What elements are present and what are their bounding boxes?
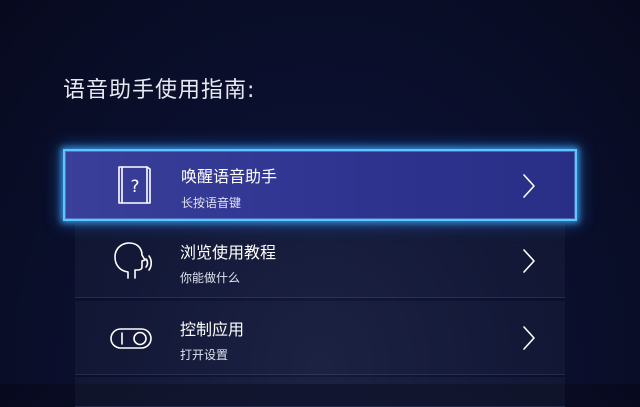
speaking-head-icon — [108, 238, 154, 284]
menu-item-browse-tutorial[interactable]: 浏览使用教程 你能做什么 — [75, 224, 565, 298]
menu-item-title: 浏览使用教程 — [180, 243, 277, 262]
menu-item-subtitle: 长按语音键 — [181, 196, 242, 210]
menu-item-subtitle: 你能做什么 — [180, 271, 241, 285]
toggle-switch-icon — [108, 315, 154, 361]
chevron-right-icon — [521, 247, 537, 275]
book-question-icon: ? — [111, 162, 157, 208]
menu-item-control-apps[interactable]: 控制应用 打开设置 — [75, 301, 565, 375]
chevron-right-icon — [521, 324, 537, 352]
menu-item-title: 唤醒语音助手 — [181, 167, 278, 186]
menu-item-wake-assistant[interactable]: ? 唤醒语音助手 长按语音键 — [63, 149, 577, 221]
guide-menu: ? 唤醒语音助手 长按语音键 浏览使用教程 你能做什么 控制应用 打开设置 — [0, 0, 640, 407]
menu-item-next-partial[interactable] — [75, 377, 565, 407]
svg-text:?: ? — [130, 177, 139, 197]
chevron-right-icon — [521, 172, 537, 200]
menu-item-subtitle: 打开设置 — [180, 348, 229, 362]
menu-item-title: 控制应用 — [180, 320, 245, 339]
